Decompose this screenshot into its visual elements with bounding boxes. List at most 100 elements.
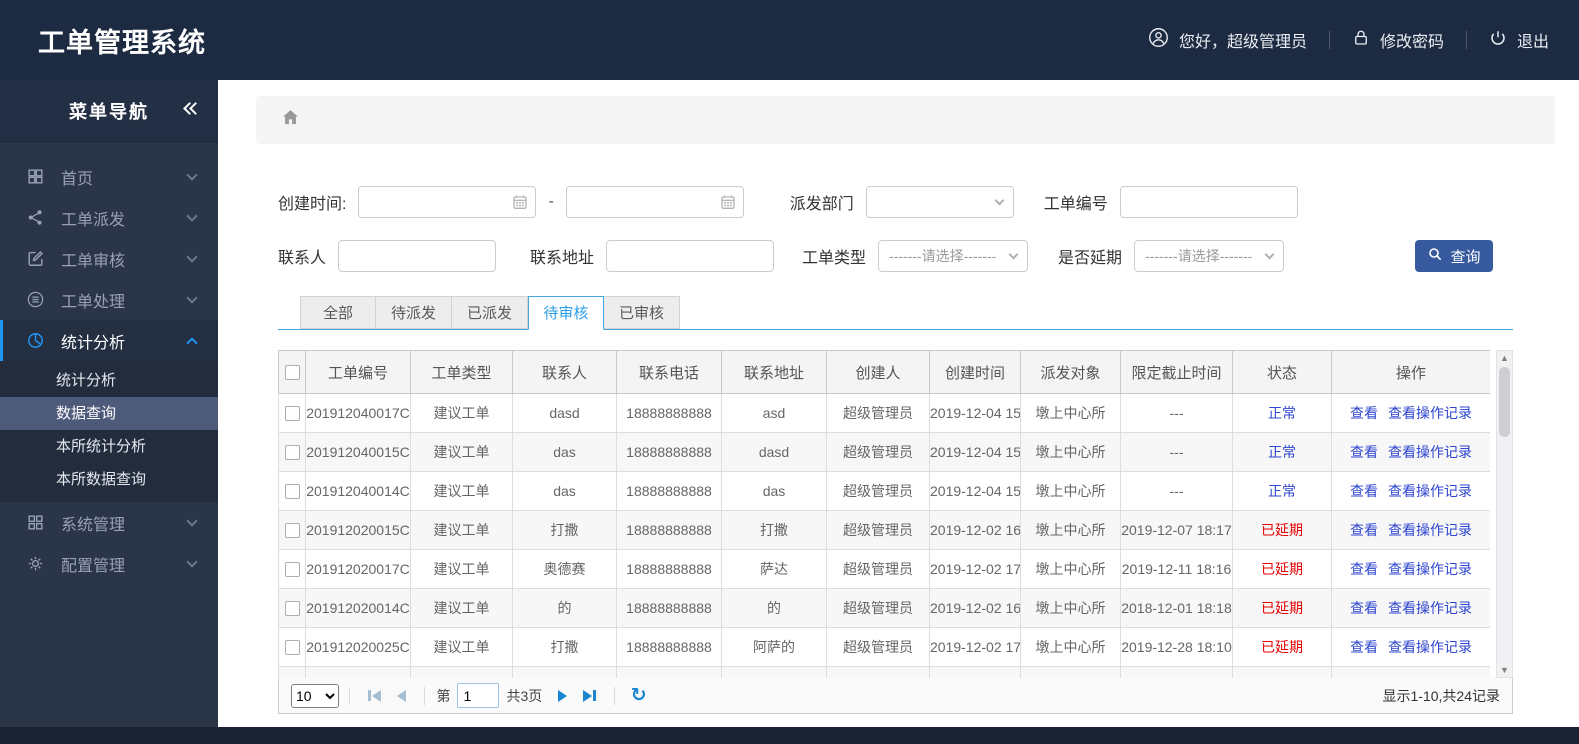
row-checkbox[interactable] — [284, 601, 300, 617]
sidebar-item-config[interactable]: 配置管理 — [0, 543, 218, 584]
contact-input[interactable] — [338, 240, 497, 272]
submenu-item-station-data-query[interactable]: 本所数据查询 — [0, 463, 218, 496]
prev-page-button[interactable] — [396, 689, 406, 702]
view-link[interactable]: 查看 — [1350, 444, 1378, 460]
table-row-partial — [278, 666, 1490, 678]
dispatch-target-cell: 墩上中心所 — [1020, 471, 1121, 511]
sidebar-item-statistics[interactable]: 统计分析 — [0, 320, 218, 361]
page-number-input[interactable] — [456, 683, 499, 708]
view-link[interactable]: 查看 — [1350, 483, 1378, 499]
row-checkbox[interactable] — [284, 445, 300, 461]
sidebar-item-process[interactable]: 工单处理 — [0, 279, 218, 320]
create-time-start-input[interactable] — [358, 186, 537, 218]
page-size-select[interactable]: 10 — [291, 683, 339, 708]
order-no-input[interactable] — [1119, 186, 1298, 218]
calendar-icon[interactable] — [512, 194, 528, 215]
phone-cell: 18888888888 — [616, 588, 722, 628]
is-delayed-label: 是否延期 — [1058, 250, 1123, 267]
sidebar-item-home[interactable]: 首页 — [0, 156, 218, 197]
search-button[interactable]: 查询 — [1415, 240, 1493, 272]
app-title: 工单管理系统 — [38, 27, 206, 58]
logout-button[interactable]: 退出 — [1489, 28, 1549, 52]
view-log-link[interactable]: 查看操作记录 — [1388, 444, 1472, 460]
create-time-label: 创建时间: — [278, 196, 347, 213]
actions-cell: 查看 查看操作记录 — [1331, 510, 1490, 550]
calendar-icon[interactable] — [720, 194, 736, 215]
view-link[interactable]: 查看 — [1350, 600, 1378, 616]
tab-pending-review[interactable]: 待审核 — [528, 296, 604, 330]
edit-icon — [26, 249, 46, 269]
scroll-up-icon[interactable]: ▲ — [1500, 351, 1509, 365]
view-log-link[interactable]: 查看操作记录 — [1388, 522, 1472, 538]
main-content: 创建时间: - 派发部门 工单编号 联系人 联系地址 工单类型 -------请… — [218, 80, 1579, 727]
scroll-down-icon[interactable]: ▼ — [1500, 663, 1509, 677]
phone-cell: 18888888888 — [616, 510, 722, 550]
row-checkbox[interactable] — [284, 484, 300, 500]
submenu-item-statistics[interactable]: 统计分析 — [0, 364, 218, 397]
select-all-checkbox[interactable] — [284, 365, 300, 381]
row-checkbox[interactable] — [284, 640, 300, 656]
chevron-down-icon — [186, 555, 198, 568]
row-checkbox[interactable] — [284, 562, 300, 578]
change-password-button[interactable]: 修改密码 — [1352, 28, 1444, 52]
user-greeting[interactable]: 您好，超级管理员 — [1148, 27, 1307, 53]
create-time-end-input[interactable] — [565, 186, 744, 218]
view-link[interactable]: 查看 — [1350, 522, 1378, 538]
row-checkbox[interactable] — [284, 406, 300, 422]
tab-dispatched[interactable]: 已派发 — [452, 296, 528, 329]
view-link[interactable]: 查看 — [1350, 561, 1378, 577]
deadline-cell: 2019-12-28 18:10 — [1120, 627, 1233, 667]
home-icon[interactable] — [280, 107, 301, 133]
view-log-link[interactable]: 查看操作记录 — [1388, 405, 1472, 421]
view-log-link[interactable]: 查看操作记录 — [1388, 600, 1472, 616]
deadline-cell: --- — [1120, 432, 1233, 472]
pager-divider — [423, 686, 425, 705]
refresh-icon[interactable]: ↻ — [631, 686, 647, 705]
sidebar-collapse-icon[interactable] — [183, 102, 202, 115]
work-order-table-zone: 工单编号 工单类型 联系人 联系电话 联系地址 创建人 创建时间 派发对象 限定… — [278, 350, 1513, 678]
page-prefix-label: 第 — [436, 687, 451, 704]
dispatch-dept-label: 派发部门 — [789, 196, 854, 213]
view-log-link[interactable]: 查看操作记录 — [1388, 639, 1472, 655]
phone-cell: 18888888888 — [616, 393, 722, 433]
tab-all[interactable]: 全部 — [300, 296, 376, 329]
dispatch-target-cell: 墩上中心所 — [1020, 393, 1121, 433]
address-input[interactable] — [606, 240, 775, 272]
power-icon — [1489, 29, 1507, 52]
column-header: 限定截止时间 — [1120, 350, 1233, 394]
next-page-button[interactable] — [558, 689, 568, 702]
chevron-down-icon — [186, 250, 198, 263]
tab-to-dispatch[interactable]: 待派发 — [376, 296, 452, 329]
created-time-cell: 2019-12-02 17 — [929, 627, 1021, 667]
view-log-link[interactable]: 查看操作记录 — [1388, 561, 1472, 577]
is-delayed-select[interactable]: -------请选择------- — [1134, 240, 1285, 272]
dispatch-dept-select[interactable] — [865, 186, 1014, 218]
table-scrollbar[interactable]: ▲ ▼ — [1496, 350, 1513, 678]
order-type-cell: 建议工单 — [410, 471, 513, 511]
last-page-button[interactable] — [583, 689, 596, 702]
scrollbar-thumb[interactable] — [1499, 367, 1510, 437]
sidebar-item-dispatch[interactable]: 工单派发 — [0, 197, 218, 238]
view-link[interactable]: 查看 — [1350, 639, 1378, 655]
table-row: 201912040014C 建议工单 das 18888888888 das 超级管理员 2… — [278, 471, 1490, 511]
database-icon — [26, 290, 46, 310]
submenu-item-data-query[interactable]: 数据查询 — [0, 397, 218, 430]
actions-cell: 查看 查看操作记录 — [1331, 471, 1490, 511]
sidebar-item-system[interactable]: 系统管理 — [0, 502, 218, 543]
contact-cell: 打撒 — [512, 627, 617, 667]
first-page-button[interactable] — [368, 689, 381, 702]
row-checkbox[interactable] — [284, 523, 300, 539]
column-header: 创建时间 — [929, 350, 1021, 394]
order-type-label: 工单类型 — [802, 250, 867, 267]
tab-reviewed[interactable]: 已审核 — [604, 296, 680, 329]
contact-label: 联系人 — [278, 250, 327, 267]
order-no-cell: 201912020025C — [305, 627, 411, 667]
sidebar-item-review[interactable]: 工单审核 — [0, 238, 218, 279]
order-type-cell: 建议工单 — [410, 627, 513, 667]
view-log-link[interactable]: 查看操作记录 — [1388, 483, 1472, 499]
order-type-select[interactable]: -------请选择------- — [878, 240, 1029, 272]
created-time-cell: 2019-12-04 15 — [929, 432, 1021, 472]
view-link[interactable]: 查看 — [1350, 405, 1378, 421]
submenu-item-station-statistics[interactable]: 本所统计分析 — [0, 430, 218, 463]
order-type-cell: 建议工单 — [410, 432, 513, 472]
